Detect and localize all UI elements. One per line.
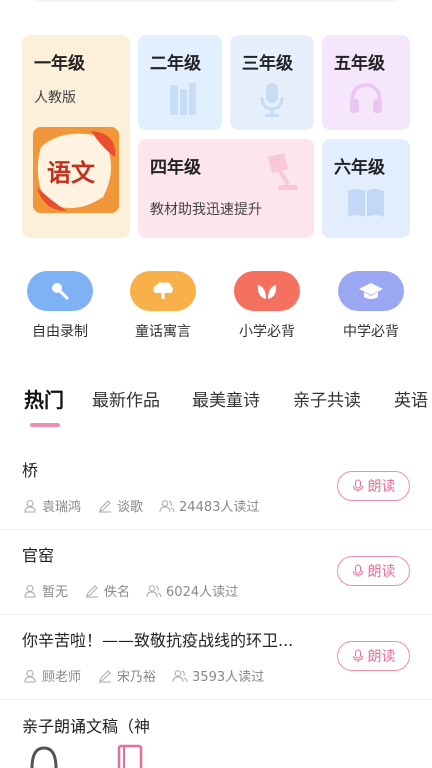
pen-icon xyxy=(84,583,100,599)
item-reads: 3593人读过 xyxy=(192,670,265,685)
read-aloud-button[interactable]: 朗读 xyxy=(337,556,410,586)
item-reader: 暂无 xyxy=(42,585,69,600)
grade-title: 二年级 xyxy=(150,54,201,74)
category-middle-recite[interactable]: 中学必背 xyxy=(338,271,404,341)
grade-slogan: 教材助我迅速提升 xyxy=(150,202,262,218)
item-meta: 袁瑞鸿 谈歌 24483人读过 xyxy=(22,496,259,515)
user-icon xyxy=(22,668,38,684)
item-meta: 暂无 佚名 6024人读过 xyxy=(22,581,238,600)
search-bar-edge xyxy=(30,0,402,2)
microphone-icon xyxy=(52,283,69,300)
book-icon[interactable] xyxy=(116,744,144,768)
microphone-icon xyxy=(352,479,363,492)
item-reads: 6024人读过 xyxy=(166,585,239,600)
tree-icon xyxy=(153,282,173,299)
item-title: 你辛苦啦！——致敬抗疫战线的环卫... xyxy=(22,631,294,650)
grade-title: 四年级 xyxy=(150,158,201,178)
tab-latest[interactable]: 最新作品 xyxy=(92,386,160,411)
category-pill xyxy=(234,271,300,311)
category-label: 中学必背 xyxy=(343,324,399,340)
user-icon xyxy=(22,583,38,599)
list-item[interactable]: 你辛苦啦！——致敬抗疫战线的环卫... 顾老师 宋乃裕 3593人读过 朗读 xyxy=(0,625,432,699)
content-tabs: 热门 最新作品 最美童诗 亲子共读 英语 xyxy=(0,380,432,427)
item-author: 谈歌 xyxy=(117,500,144,515)
grade-card-3[interactable]: 三年级 xyxy=(230,35,314,130)
read-aloud-label: 朗读 xyxy=(367,479,396,495)
leaf-icon xyxy=(257,285,277,299)
pen-icon xyxy=(97,668,113,684)
list-item[interactable]: 官窑 暂无 佚名 6024人读过 朗读 xyxy=(0,540,432,614)
grade-edition: 人教版 xyxy=(34,90,76,106)
item-author: 佚名 xyxy=(104,585,131,600)
item-title: 亲子朗诵文稿（神 xyxy=(22,717,151,736)
cover-text: 语文 xyxy=(47,158,95,187)
open-book-icon xyxy=(348,189,384,217)
microphone-icon xyxy=(260,83,284,117)
readers-icon xyxy=(146,583,162,599)
books-icon xyxy=(170,83,196,115)
headphones-icon xyxy=(350,83,382,113)
active-tab-indicator xyxy=(30,423,60,427)
read-aloud-label: 朗读 xyxy=(367,649,396,665)
read-aloud-button[interactable]: 朗读 xyxy=(337,641,410,671)
microphone-icon xyxy=(352,649,363,662)
item-title: 官窑 xyxy=(22,546,55,565)
divider xyxy=(0,614,432,615)
grade-title: 一年级 xyxy=(34,54,85,74)
bottom-nav xyxy=(0,738,432,768)
item-author: 宋乃裕 xyxy=(117,670,157,685)
tab-poems[interactable]: 最美童诗 xyxy=(192,386,260,411)
graduation-cap-icon xyxy=(359,283,383,299)
category-pill xyxy=(27,271,93,311)
category-fairy-tales[interactable]: 童话寓言 xyxy=(130,271,196,341)
tab-english[interactable]: 英语 xyxy=(394,386,428,411)
category-pill xyxy=(130,271,196,311)
read-aloud-button[interactable]: 朗读 xyxy=(337,471,410,501)
read-aloud-label: 朗读 xyxy=(367,564,396,580)
user-icon xyxy=(22,498,38,514)
desk-lamp-icon xyxy=(268,153,298,190)
grade-card-6[interactable]: 六年级 xyxy=(322,139,410,238)
grade-card-4[interactable]: 四年级 教材助我迅速提升 xyxy=(138,139,314,238)
item-meta: 顾老师 宋乃裕 3593人读过 xyxy=(22,666,264,685)
grade-title: 五年级 xyxy=(334,54,385,74)
grade-card-5[interactable]: 五年级 xyxy=(322,35,410,130)
readers-icon xyxy=(172,668,188,684)
readers-icon xyxy=(159,498,175,514)
item-reader: 顾老师 xyxy=(42,670,82,685)
category-label: 自由录制 xyxy=(32,324,88,340)
fade-overlay xyxy=(140,700,432,740)
divider xyxy=(0,529,432,530)
category-label: 童话寓言 xyxy=(135,324,191,340)
tab-family-reading[interactable]: 亲子共读 xyxy=(293,386,361,411)
microphone-icon xyxy=(352,564,363,577)
grade-title: 三年级 xyxy=(242,54,293,74)
item-title: 桥 xyxy=(22,461,39,480)
grade-card-1[interactable]: 一年级 人教版 语文 xyxy=(22,35,130,238)
headphones-icon[interactable] xyxy=(28,744,60,768)
list-item[interactable]: 桥 袁瑞鸿 谈歌 24483人读过 朗读 xyxy=(0,455,432,529)
item-reader: 袁瑞鸿 xyxy=(42,500,82,515)
chinese-book-cover: 语文 xyxy=(33,127,119,213)
category-free-record[interactable]: 自由录制 xyxy=(27,271,93,341)
pen-icon xyxy=(97,498,113,514)
item-reads: 24483人读过 xyxy=(179,500,260,515)
grade-card-2[interactable]: 二年级 xyxy=(138,35,222,130)
grade-title: 六年级 xyxy=(334,158,385,178)
category-primary-recite[interactable]: 小学必背 xyxy=(234,271,300,341)
category-label: 小学必背 xyxy=(239,324,295,340)
category-pill xyxy=(338,271,404,311)
tab-hot[interactable]: 热门 xyxy=(24,384,64,413)
